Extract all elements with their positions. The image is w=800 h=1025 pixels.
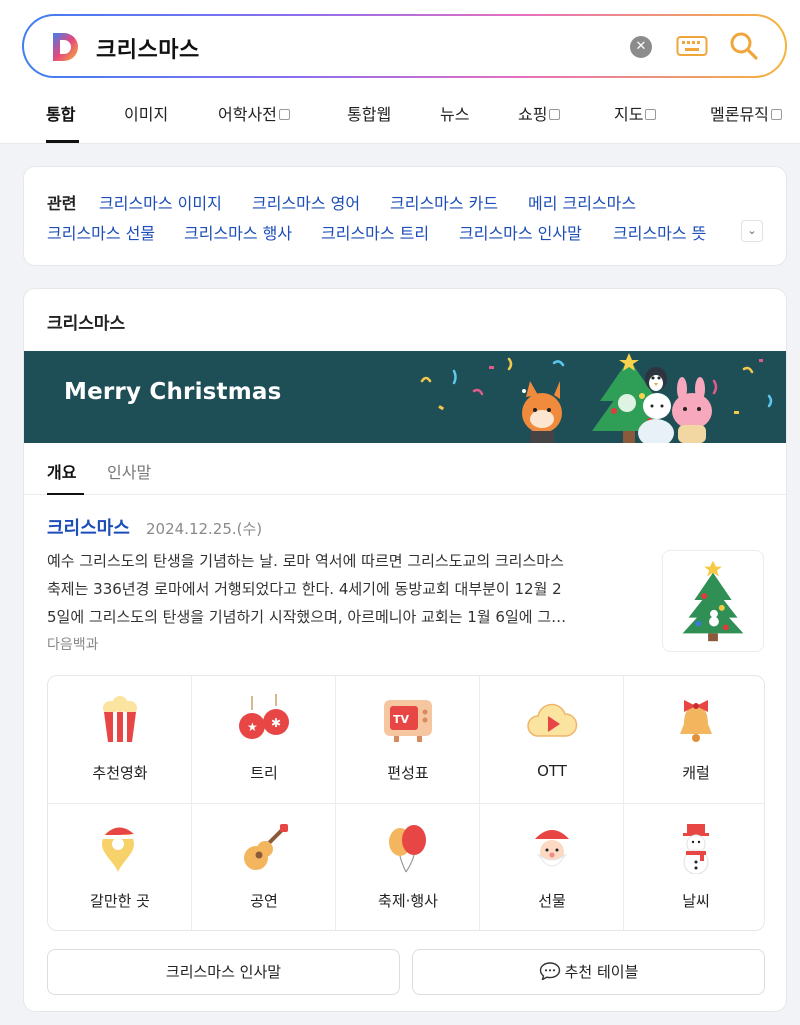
description-line: 5일에 그리스도의 탄생을 기념하기 시작했으며, 아르메니아 교회는 1월 6… <box>47 608 567 626</box>
search-input[interactable]: 크리스마스 <box>96 32 200 64</box>
related-link[interactable]: 크리스마스 선물 <box>47 220 155 244</box>
popcorn-icon <box>103 696 137 742</box>
balloons-icon <box>389 825 426 873</box>
grid-label: 공연 <box>250 892 278 910</box>
description-line: 축제는 336년경 로마에서 거행되었다고 한다. 4세기에 동방교회 대부분이… <box>47 580 562 598</box>
tab-integrated[interactable]: 통합 <box>46 101 75 125</box>
subtab-overview[interactable]: 개요 <box>47 459 76 483</box>
svg-text:★: ★ <box>247 720 258 734</box>
search-tabs: 통합 이미지 어학사전 통합웹 뉴스 쇼핑 지도 멜론뮤직 <box>0 93 800 143</box>
grid-label: 축제·행사 <box>378 892 438 910</box>
summary-tabs: 개요 인사말 <box>24 443 786 495</box>
external-link-icon <box>645 109 657 120</box>
card-title: 크리스마스 <box>47 314 126 334</box>
bell-icon <box>680 700 712 742</box>
entry-title-link[interactable]: 크리스마스 <box>47 514 130 540</box>
grid-label: 편성표 <box>387 764 429 782</box>
related-link[interactable]: 크리스마스 뜻 <box>613 220 706 244</box>
daum-logo-icon[interactable] <box>50 31 80 63</box>
grid-label: 갈만한 곳 <box>90 892 150 910</box>
description-line: 예수 그리스도의 탄생을 기념하는 날. 로마 역서에 따르면 그리스도교의 크… <box>47 552 564 570</box>
related-title: 관련 <box>47 194 77 213</box>
tab-image[interactable]: 이미지 <box>124 101 168 125</box>
play-cloud-icon <box>527 703 578 737</box>
subtab-greetings[interactable]: 인사말 <box>107 459 151 483</box>
grid-item-carol[interactable]: 캐럴 <box>624 676 764 804</box>
grid-label: OTT <box>537 762 567 780</box>
grid-item-ott[interactable]: OTT <box>480 676 624 804</box>
tab-web[interactable]: 통합웹 <box>347 101 391 125</box>
entry-source[interactable]: 다음백과 <box>47 634 99 654</box>
button-label: 추천 테이블 <box>564 963 639 981</box>
christmas-characters-illustration <box>420 353 773 443</box>
grid-item-places[interactable]: 갈만한 곳 <box>48 804 192 930</box>
expand-related-button[interactable]: ⌄ <box>741 220 763 242</box>
merry-christmas-banner[interactable]: Merry Christmas <box>24 351 786 443</box>
grid-label: 캐럴 <box>682 764 710 782</box>
tab-melon-music[interactable]: 멜론뮤직 <box>710 101 782 125</box>
christmas-tree-thumbnail[interactable] <box>662 550 764 652</box>
grid-label: 트리 <box>250 764 278 782</box>
recommend-table-button[interactable]: 추천 테이블 <box>412 949 765 995</box>
chat-bubble-icon <box>539 962 560 981</box>
tab-news[interactable]: 뉴스 <box>440 101 469 125</box>
search-box[interactable]: 크리스마스 ✕ <box>22 14 787 78</box>
grid-label: 날씨 <box>682 892 710 910</box>
grid-item-performance[interactable]: 공연 <box>192 804 336 930</box>
related-link[interactable]: 크리스마스 행사 <box>184 220 292 244</box>
guitar-icon <box>244 824 288 870</box>
ornaments-icon: ★ ✱ <box>239 694 289 739</box>
entry-description[interactable]: 예수 그리스도의 탄생을 기념하는 날. 로마 역서에 따르면 그리스도교의 크… <box>47 547 647 631</box>
external-link-icon <box>278 109 290 120</box>
grid-item-schedule[interactable]: TV 편성표 <box>336 676 480 804</box>
tab-dictionary[interactable]: 어학사전 <box>218 101 290 125</box>
grid-label: 선물 <box>538 892 566 910</box>
search-icon[interactable] <box>728 30 760 62</box>
button-label: 크리스마스 인사말 <box>165 963 282 981</box>
shortcut-grid: 추천영화 ★ ✱ 트리 TV 편성표 OTT 캐럴 갈만한 곳 공연 축제·행사… <box>47 675 765 931</box>
related-link[interactable]: 메리 크리스마스 <box>528 190 636 214</box>
tab-map[interactable]: 지도 <box>614 101 657 125</box>
grid-item-festival[interactable]: 축제·행사 <box>336 804 480 930</box>
grid-item-tree[interactable]: ★ ✱ 트리 <box>192 676 336 804</box>
related-link[interactable]: 크리스마스 트리 <box>321 220 429 244</box>
grid-item-gift[interactable]: 선물 <box>480 804 624 930</box>
related-searches-card: 관련 크리스마스 이미지 크리스마스 영어 크리스마스 카드 메리 크리스마스 … <box>23 166 787 266</box>
christmas-info-card: 크리스마스 Merry Christmas 개요 인사말 크리스마스 2024.… <box>23 288 787 1012</box>
header: 크리스마스 ✕ 통합 이미지 어학사전 통합웹 뉴스 쇼핑 지도 멜론뮤직 <box>0 0 800 144</box>
grid-item-movies[interactable]: 추천영화 <box>48 676 192 804</box>
banner-text: Merry Christmas <box>64 379 282 405</box>
santa-icon <box>532 830 575 867</box>
active-subtab-indicator <box>47 493 84 495</box>
related-link[interactable]: 크리스마스 카드 <box>390 190 498 214</box>
grid-item-weather[interactable]: 날씨 <box>624 804 764 930</box>
svg-text:✱: ✱ <box>271 716 281 730</box>
svg-text:TV: TV <box>393 713 410 726</box>
map-pin-icon <box>102 827 141 872</box>
active-tab-indicator <box>46 140 79 143</box>
tv-icon: TV <box>384 700 432 742</box>
christmas-tree-icon <box>682 560 744 642</box>
related-link[interactable]: 크리스마스 인사말 <box>459 220 582 244</box>
external-link-icon <box>549 109 561 120</box>
related-link[interactable]: 크리스마스 이미지 <box>99 190 222 214</box>
grid-label: 추천영화 <box>92 764 148 782</box>
keyboard-icon[interactable] <box>676 33 708 59</box>
related-link[interactable]: 크리스마스 영어 <box>252 190 360 214</box>
greetings-button[interactable]: 크리스마스 인사말 <box>47 949 400 995</box>
snowman-icon <box>683 824 709 874</box>
clear-search-button[interactable]: ✕ <box>630 36 652 58</box>
tab-shopping[interactable]: 쇼핑 <box>518 101 561 125</box>
entry-date: 2024.12.25.(수) <box>146 520 263 538</box>
external-link-icon <box>770 109 782 120</box>
